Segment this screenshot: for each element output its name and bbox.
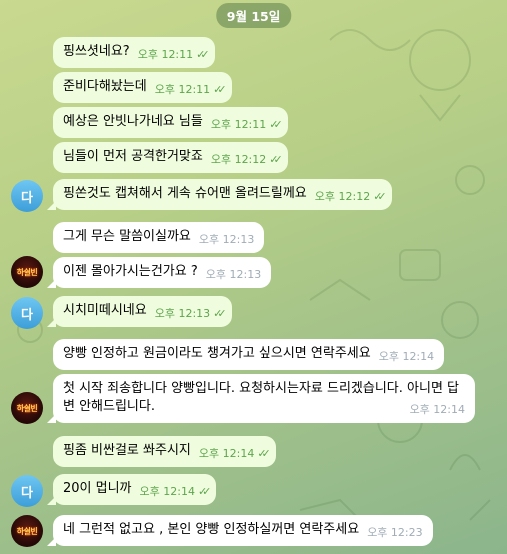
avatar-logo: 하쉴빈 <box>16 267 38 277</box>
avatar[interactable]: 다 <box>11 475 43 507</box>
message-row: 예상은 안빗나가네요 님들 오후 12:11 ✓✓ <box>53 107 288 138</box>
outgoing-message-bubble[interactable]: 20이 멉니까 오후 12:14 ✓✓ <box>46 474 217 505</box>
message-time: 오후 12:14 <box>378 350 435 363</box>
message-row: 핑쏜것도 캡쳐해서 게속 슈어맨 올려드릴께요 오후 12:12 ✓✓ <box>47 179 392 210</box>
double-check-icon: ✓✓ <box>257 447 271 460</box>
message-text: 시치미떼시네요 <box>63 303 147 318</box>
message-text: 님들이 먼저 공격한거맞죠 <box>63 149 203 164</box>
double-check-icon: ✓✓ <box>196 48 210 61</box>
message-time: 오후 12:13 <box>154 307 211 320</box>
message-row: 그게 무슨 말씀이실까요 오후 12:13 <box>53 222 265 253</box>
message-time: 오후 12:12 <box>210 153 267 166</box>
outgoing-message-bubble[interactable]: 준비다해놨는데 오후 12:11 ✓✓ <box>53 72 232 103</box>
message-time: 오후 12:14 <box>198 447 255 460</box>
message-meta: 오후 12:11 ✓✓ <box>154 81 227 99</box>
double-check-icon: ✓✓ <box>197 485 212 498</box>
message-row: 핑좀 비싼걸로 쏴주시지 오후 12:14 ✓✓ <box>53 436 276 467</box>
incoming-message-bubble[interactable]: 네 그런적 없고요 , 본인 양빵 인정하실꺼면 연락주세요 오후 12:23 <box>47 515 433 546</box>
message-time: 오후 12:11 <box>137 48 194 61</box>
message-time: 오후 12:13 <box>198 233 255 246</box>
avatar[interactable]: 하쉴빈 <box>11 515 43 547</box>
message-text: 이젠 몰아가시는건가요 ? <box>63 264 198 279</box>
double-check-icon: ✓✓ <box>213 83 227 96</box>
avatar[interactable]: 하쉴빈 <box>11 256 43 288</box>
avatar[interactable]: 하쉴빈 <box>11 392 43 424</box>
message-meta: 오후 12:13 <box>206 266 261 284</box>
outgoing-message-bubble[interactable]: 시치미떼시네요 오후 12:13 ✓✓ <box>47 296 232 327</box>
date-separator: 9월 15일 <box>215 3 292 28</box>
message-text: 예상은 안빗나가네요 님들 <box>63 114 203 129</box>
message-text: 준비다해놨는데 <box>63 79 147 94</box>
message-row: 20이 멉니까 오후 12:14 ✓✓ <box>46 474 217 505</box>
message-meta: 오후 12:13 <box>199 231 254 249</box>
message-time: 오후 12:23 <box>367 526 423 539</box>
message-time: 오후 12:11 <box>154 83 211 96</box>
message-time: 오후 12:14 <box>139 485 195 498</box>
outgoing-message-bubble[interactable]: 핑쓰셧네요? 오후 12:11 ✓✓ <box>53 37 215 68</box>
message-text: 첫 시작 죄송합니다 양빵입니다. 요청하시는자료 드리겠습니다. 아니면 답변… <box>63 381 459 414</box>
message-meta: 오후 12:12 ✓✓ <box>314 188 387 206</box>
outgoing-message-bubble[interactable]: 핑좀 비싼걸로 쏴주시지 오후 12:14 ✓✓ <box>53 436 276 467</box>
message-meta: 오후 12:23 <box>367 524 422 542</box>
message-time: 오후 12:14 <box>409 403 465 416</box>
message-row: 준비다해놨는데 오후 12:11 ✓✓ <box>53 72 232 103</box>
avatar[interactable]: 다 <box>11 180 43 212</box>
message-meta: 오후 12:14 <box>379 348 434 366</box>
outgoing-message-bubble[interactable]: 핑쏜것도 캡쳐해서 게속 슈어맨 올려드릴께요 오후 12:12 ✓✓ <box>47 179 392 210</box>
avatar-logo: 하쉴빈 <box>16 526 38 536</box>
message-row: 핑쓰셧네요? 오후 12:11 ✓✓ <box>53 37 215 68</box>
incoming-message-bubble[interactable]: 이젠 몰아가시는건가요 ? 오후 12:13 <box>46 257 272 288</box>
message-row: 첫 시작 죄송합니다 양빵입니다. 요청하시는자료 드리겠습니다. 아니면 답변… <box>47 374 475 423</box>
message-text: 양빵 인정하고 원금이라도 챙겨가고 싶으시면 연락주세요 <box>63 346 371 361</box>
message-row: 양빵 인정하고 원금이라도 챙겨가고 싶으시면 연락주세요 오후 12:14 <box>53 339 445 370</box>
avatar-logo: 하쉴빈 <box>16 403 38 413</box>
message-meta: 오후 12:14 ✓✓ <box>139 483 212 501</box>
outgoing-message-bubble[interactable]: 님들이 먼저 공격한거맞죠 오후 12:12 ✓✓ <box>53 142 288 173</box>
message-text: 핑쓰셧네요? <box>63 44 130 59</box>
message-text: 핑좀 비싼걸로 쏴주시지 <box>63 443 191 458</box>
message-text: 20이 멉니까 <box>63 481 132 496</box>
message-meta: 오후 12:12 ✓✓ <box>210 151 283 169</box>
avatar-initial: 다 <box>21 485 33 501</box>
avatar-initial: 다 <box>21 190 33 206</box>
incoming-message-bubble[interactable]: 그게 무슨 말씀이실까요 오후 12:13 <box>53 222 265 253</box>
message-time: 오후 12:12 <box>314 190 371 203</box>
message-text: 그게 무슨 말씀이실까요 <box>63 229 191 244</box>
message-time: 오후 12:13 <box>205 268 262 281</box>
message-text: 핑쏜것도 캡쳐해서 게속 슈어맨 올려드릴께요 <box>63 186 307 201</box>
avatar-initial: 다 <box>21 307 33 323</box>
message-row: 네 그런적 없고요 , 본인 양빵 인정하실꺼면 연락주세요 오후 12:23 <box>47 515 433 546</box>
message-meta: 오후 12:14 <box>410 401 465 419</box>
message-meta: 오후 12:14 ✓✓ <box>198 445 271 463</box>
message-meta: 오후 12:11 ✓✓ <box>137 46 210 64</box>
outgoing-message-bubble[interactable]: 예상은 안빗나가네요 님들 오후 12:11 ✓✓ <box>53 107 288 138</box>
message-row: 님들이 먼저 공격한거맞죠 오후 12:12 ✓✓ <box>53 142 288 173</box>
avatar[interactable]: 다 <box>11 297 43 329</box>
incoming-message-bubble[interactable]: 양빵 인정하고 원금이라도 챙겨가고 싶으시면 연락주세요 오후 12:14 <box>53 339 445 370</box>
double-check-icon: ✓✓ <box>373 190 387 203</box>
incoming-message-bubble[interactable]: 첫 시작 죄송합니다 양빵입니다. 요청하시는자료 드리겠습니다. 아니면 답변… <box>47 374 475 423</box>
double-check-icon: ✓✓ <box>269 118 283 131</box>
message-text: 네 그런적 없고요 , 본인 양빵 인정하실꺼면 연락주세요 <box>63 522 360 537</box>
message-meta: 오후 12:13 ✓✓ <box>154 305 227 323</box>
message-time: 오후 12:11 <box>210 118 267 131</box>
message-row: 시치미떼시네요 오후 12:13 ✓✓ <box>47 296 232 327</box>
message-row: 이젠 몰아가시는건가요 ? 오후 12:13 <box>46 257 272 288</box>
double-check-icon: ✓✓ <box>269 153 283 166</box>
message-meta: 오후 12:11 ✓✓ <box>210 116 283 134</box>
double-check-icon: ✓✓ <box>213 307 227 320</box>
